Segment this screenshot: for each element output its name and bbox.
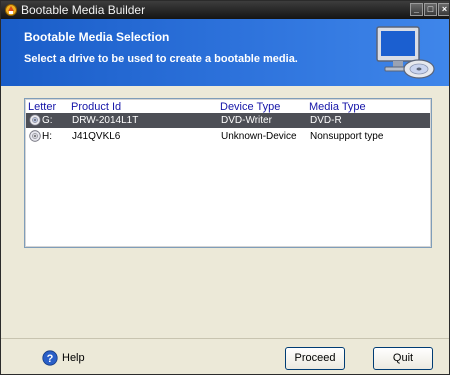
help-icon[interactable]: ? <box>42 350 58 366</box>
drive-row-g[interactable]: G: DRW-2014L1T DVD-Writer DVD-R <box>26 113 430 128</box>
header-title: Bootable Media Selection <box>24 30 170 44</box>
maximize-button[interactable]: □ <box>424 3 437 16</box>
drive-letter: G: <box>42 115 53 126</box>
column-media-type[interactable]: Media Type <box>309 101 366 113</box>
drive-letter: H: <box>42 131 52 142</box>
quit-button[interactable]: Quit <box>373 347 433 370</box>
minimize-button[interactable]: _ <box>410 3 423 16</box>
column-letter[interactable]: Letter <box>28 101 56 113</box>
column-device-type[interactable]: Device Type <box>220 101 280 113</box>
media-type: DVD-R <box>310 115 342 126</box>
footer-divider <box>1 338 449 339</box>
close-button[interactable]: × <box>438 3 449 16</box>
disc-drive-icon <box>29 130 41 142</box>
column-product-id[interactable]: Product Id <box>71 101 121 113</box>
device-type: DVD-Writer <box>221 115 272 126</box>
product-id: DRW-2014L1T <box>72 115 139 126</box>
header-subtitle: Select a drive to be used to create a bo… <box>24 53 298 65</box>
drive-list-header: Letter Product Id Device Type Media Type <box>25 99 431 113</box>
window-title: Bootable Media Builder <box>21 3 146 17</box>
header-banner: Bootable Media Selection Select a drive … <box>1 19 449 86</box>
device-type: Unknown-Device <box>221 131 297 142</box>
drive-list[interactable]: Letter Product Id Device Type Media Type… <box>24 98 432 248</box>
dvd-drive-icon <box>29 114 41 126</box>
svg-text:?: ? <box>47 353 54 365</box>
proceed-button[interactable]: Proceed <box>285 347 345 370</box>
drive-row-h[interactable]: H: J41QVKL6 Unknown-Device Nonsupport ty… <box>26 129 430 144</box>
media-type: Nonsupport type <box>310 131 384 142</box>
help-label[interactable]: Help <box>62 352 85 364</box>
computer-disc-icon <box>376 26 435 79</box>
product-id: J41QVKL6 <box>72 131 121 142</box>
bootable-media-builder-window: Bootable Media Builder _ □ × Bootable Me… <box>0 0 450 375</box>
app-icon <box>5 4 17 16</box>
title-bar[interactable]: Bootable Media Builder _ □ × <box>1 1 449 19</box>
